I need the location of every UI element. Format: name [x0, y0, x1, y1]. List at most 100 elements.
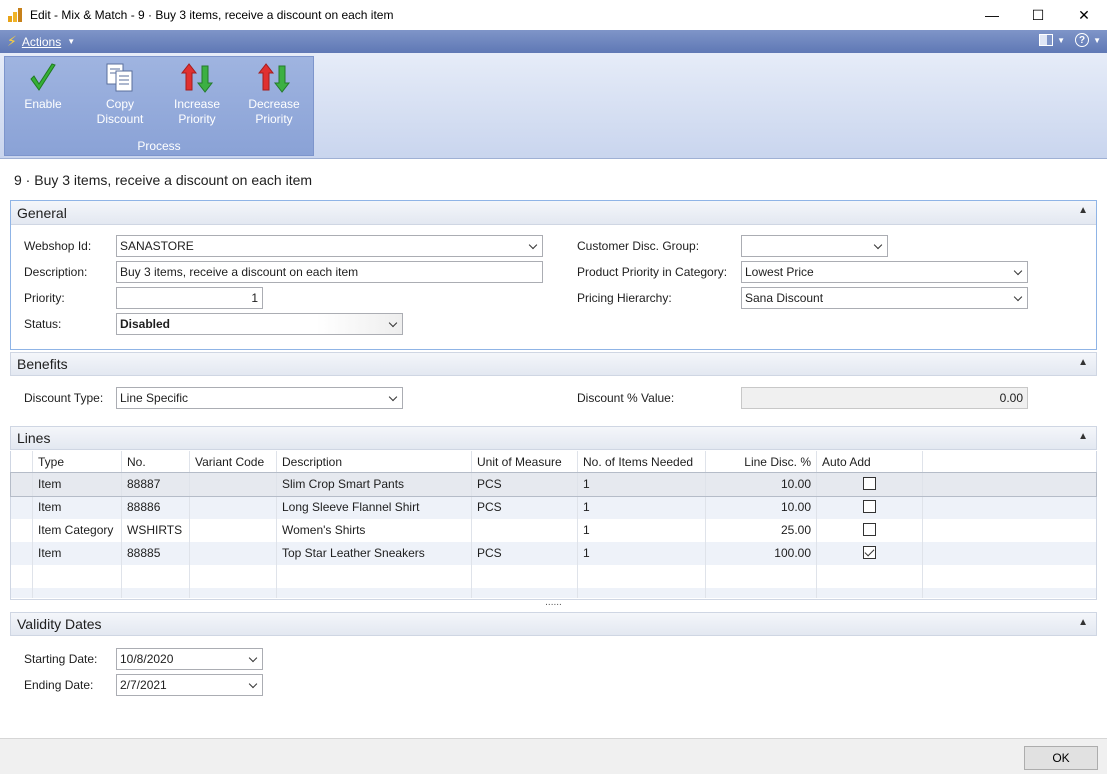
discount-type-field[interactable]: Line Specific — [116, 387, 403, 409]
cell-no[interactable]: 88885 — [122, 542, 190, 565]
cell-items-needed[interactable] — [578, 588, 706, 598]
cell-type[interactable]: Item — [33, 542, 122, 565]
cell-line-disc[interactable]: 25.00 — [706, 519, 817, 542]
column-header-description[interactable]: Description — [277, 451, 472, 472]
collapse-icon[interactable]: ▲ — [1078, 617, 1088, 628]
cell-description[interactable] — [277, 588, 472, 598]
collapse-icon[interactable]: ▲ — [1078, 205, 1088, 216]
cell-line-disc[interactable]: 10.00 — [706, 473, 817, 496]
row-selector[interactable] — [11, 588, 33, 598]
starting-date-field[interactable]: 10/8/2020 — [116, 648, 263, 670]
cell-items-needed[interactable]: 1 — [578, 519, 706, 542]
auto-add-checkbox[interactable] — [863, 477, 876, 490]
cell-unit-of-measure[interactable]: PCS — [472, 496, 578, 519]
cell-unit-of-measure[interactable] — [472, 519, 578, 542]
collapse-icon[interactable]: ▲ — [1078, 357, 1088, 368]
close-button[interactable]: ✕ — [1061, 0, 1107, 30]
column-header-line-disc[interactable]: Line Disc. % — [706, 451, 817, 472]
table-row[interactable]: Item 88885 Top Star Leather Sneakers PCS… — [11, 542, 1096, 565]
cell-unit-of-measure[interactable] — [472, 588, 578, 598]
lines-section-header[interactable]: Lines ▲ — [10, 426, 1097, 450]
customer-disc-group-field[interactable] — [741, 235, 888, 257]
cell-line-disc[interactable] — [706, 565, 817, 588]
decrease-priority-button[interactable]: Decrease Priority — [239, 61, 309, 127]
column-header-variant-code[interactable]: Variant Code — [190, 451, 277, 472]
column-header-no[interactable]: No. — [122, 451, 190, 472]
cell-no[interactable]: 88887 — [122, 473, 190, 496]
maximize-button[interactable]: ☐ — [1015, 0, 1061, 30]
cell-type[interactable] — [33, 565, 122, 588]
cell-unit-of-measure[interactable]: PCS — [472, 473, 578, 496]
cell-type[interactable] — [33, 588, 122, 598]
pricing-hierarchy-field[interactable]: Sana Discount — [741, 287, 1028, 309]
auto-add-checkbox[interactable] — [863, 523, 876, 536]
cell-description[interactable]: Top Star Leather Sneakers — [277, 542, 472, 565]
cell-variant-code[interactable] — [190, 519, 277, 542]
actions-menu[interactable]: ⚡ Actions ▼ — [7, 33, 75, 50]
layout-menu-button[interactable]: ▼ — [1039, 34, 1065, 46]
ending-date-field[interactable]: 2/7/2021 — [116, 674, 263, 696]
table-row[interactable]: Item Category WSHIRTS Women's Shirts 1 2… — [11, 519, 1096, 542]
column-header-unit-of-measure[interactable]: Unit of Measure — [472, 451, 578, 472]
cell-description[interactable]: Women's Shirts — [277, 519, 472, 542]
enable-button[interactable]: Enable — [8, 61, 78, 112]
cell-type[interactable]: Item — [33, 473, 122, 496]
cell-no[interactable] — [122, 588, 190, 598]
table-row-empty[interactable] — [11, 565, 1096, 588]
column-header-auto-add[interactable]: Auto Add — [817, 451, 923, 472]
row-selector[interactable] — [11, 542, 33, 565]
cell-unit-of-measure[interactable] — [472, 565, 578, 588]
priority-field[interactable]: 1 — [116, 287, 263, 309]
cell-unit-of-measure[interactable]: PCS — [472, 542, 578, 565]
product-priority-field[interactable]: Lowest Price — [741, 261, 1028, 283]
description-field[interactable]: Buy 3 items, receive a discount on each … — [116, 261, 543, 283]
cell-description[interactable] — [277, 565, 472, 588]
webshop-id-field[interactable]: SANASTORE — [116, 235, 543, 257]
copy-discount-button[interactable]: Copy Discount — [85, 61, 155, 127]
cell-auto-add[interactable] — [817, 588, 923, 598]
cell-variant-code[interactable] — [190, 588, 277, 598]
cell-auto-add[interactable] — [817, 565, 923, 588]
general-header-label: General — [17, 204, 67, 221]
cell-items-needed[interactable]: 1 — [578, 542, 706, 565]
table-row[interactable]: Item 88887 Slim Crop Smart Pants PCS 1 1… — [10, 472, 1097, 497]
table-row[interactable]: Item 88886 Long Sleeve Flannel Shirt PCS… — [11, 496, 1096, 519]
cell-items-needed[interactable] — [578, 565, 706, 588]
cell-no[interactable]: WSHIRTS — [122, 519, 190, 542]
cell-type[interactable]: Item — [33, 496, 122, 519]
help-menu-button[interactable]: ? ▼ — [1075, 33, 1101, 47]
layout-icon — [1039, 34, 1054, 46]
row-selector[interactable] — [11, 565, 33, 588]
increase-priority-button[interactable]: Increase Priority — [162, 61, 232, 127]
cell-line-disc[interactable]: 100.00 — [706, 542, 817, 565]
minimize-button[interactable]: — — [969, 0, 1015, 30]
grid-resize-handle[interactable]: ...... — [10, 598, 1097, 610]
cell-description[interactable]: Long Sleeve Flannel Shirt — [277, 496, 472, 519]
cell-no[interactable]: 88886 — [122, 496, 190, 519]
auto-add-checkbox[interactable] — [863, 500, 876, 513]
collapse-icon[interactable]: ▲ — [1078, 431, 1088, 442]
cell-variant-code[interactable] — [190, 473, 277, 496]
row-selector[interactable] — [11, 496, 33, 519]
row-selector[interactable] — [11, 519, 33, 542]
cell-items-needed[interactable]: 1 — [578, 496, 706, 519]
column-header-type[interactable]: Type — [33, 451, 122, 472]
cell-variant-code[interactable] — [190, 542, 277, 565]
cell-line-disc[interactable]: 10.00 — [706, 496, 817, 519]
cell-variant-code[interactable] — [190, 496, 277, 519]
status-field[interactable]: Disabled — [116, 313, 403, 335]
column-header-items-needed[interactable]: No. of Items Needed — [578, 451, 706, 472]
row-selector[interactable] — [11, 473, 33, 496]
general-section-header[interactable]: General ▲ — [11, 201, 1096, 225]
cell-line-disc[interactable] — [706, 588, 817, 598]
discount-value-field[interactable]: 0.00 — [741, 387, 1028, 409]
benefits-section-header[interactable]: Benefits ▲ — [10, 352, 1097, 376]
cell-type[interactable]: Item Category — [33, 519, 122, 542]
cell-description[interactable]: Slim Crop Smart Pants — [277, 473, 472, 496]
cell-no[interactable] — [122, 565, 190, 588]
cell-items-needed[interactable]: 1 — [578, 473, 706, 496]
ok-button[interactable]: OK — [1024, 746, 1098, 770]
cell-variant-code[interactable] — [190, 565, 277, 588]
auto-add-checkbox[interactable] — [863, 546, 876, 559]
validity-section-header[interactable]: Validity Dates ▲ — [10, 612, 1097, 636]
